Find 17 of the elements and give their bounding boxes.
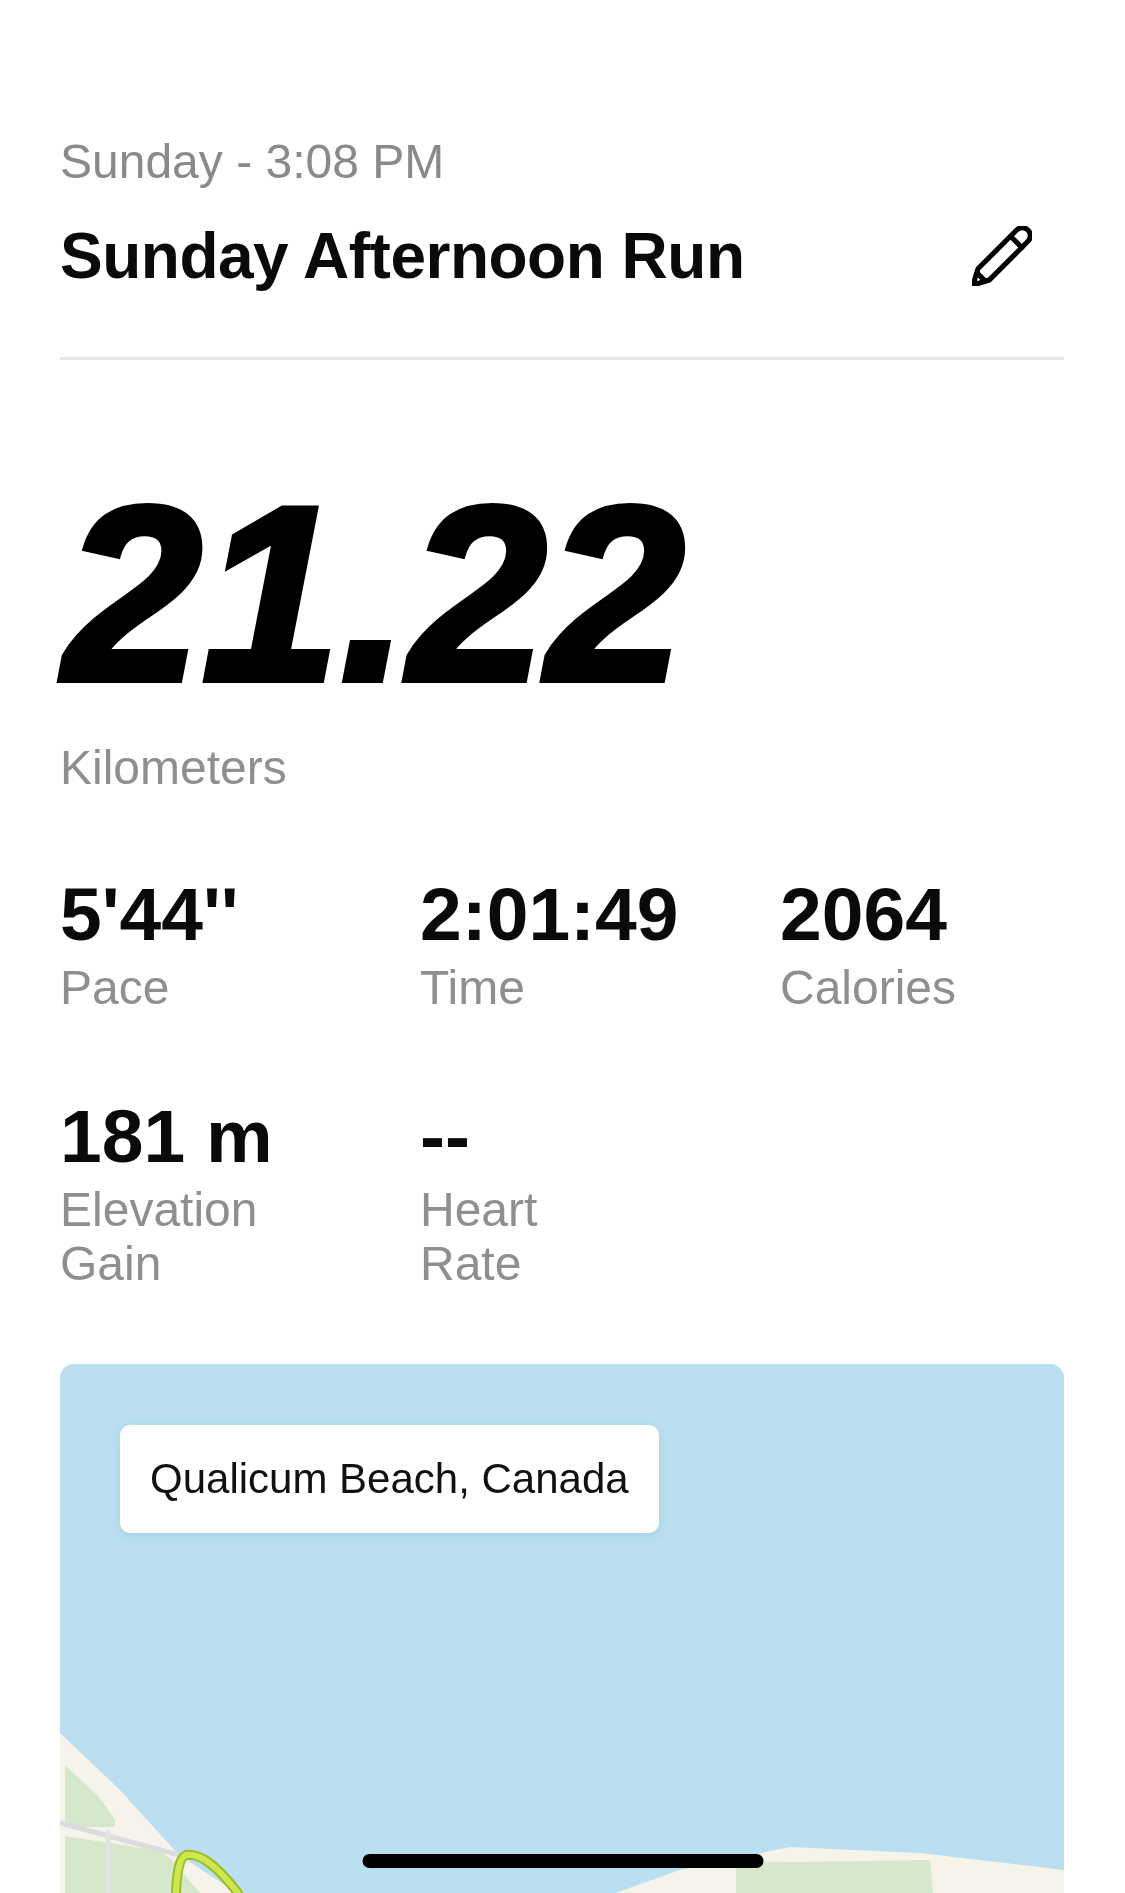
stat-label: Elevation Gain [60,1183,259,1291]
location-label: Qualicum Beach, Canada [120,1425,659,1533]
stat-value: 2:01:49 [420,871,679,957]
stat-label: Pace [60,961,170,1015]
map-card[interactable]: Qualicum Beach, Canada [60,1364,1064,1893]
distance-unit: Kilometers [60,740,287,796]
stat-value: 181 m [60,1093,273,1179]
distance-value: 21.22 [60,470,709,718]
edit-icon[interactable] [972,226,1032,286]
stat-label: Time [420,961,525,1015]
stat-value: -- [420,1093,470,1179]
stat-label: Heart Rate [420,1183,539,1291]
stat-label: Calories [780,961,957,1015]
activity-date: Sunday - 3:08 PM [60,134,445,190]
activity-title: Sunday Afternoon Run [60,219,745,294]
stat-value: 5'44'' [60,871,239,957]
stat-value: 2064 [780,871,947,957]
